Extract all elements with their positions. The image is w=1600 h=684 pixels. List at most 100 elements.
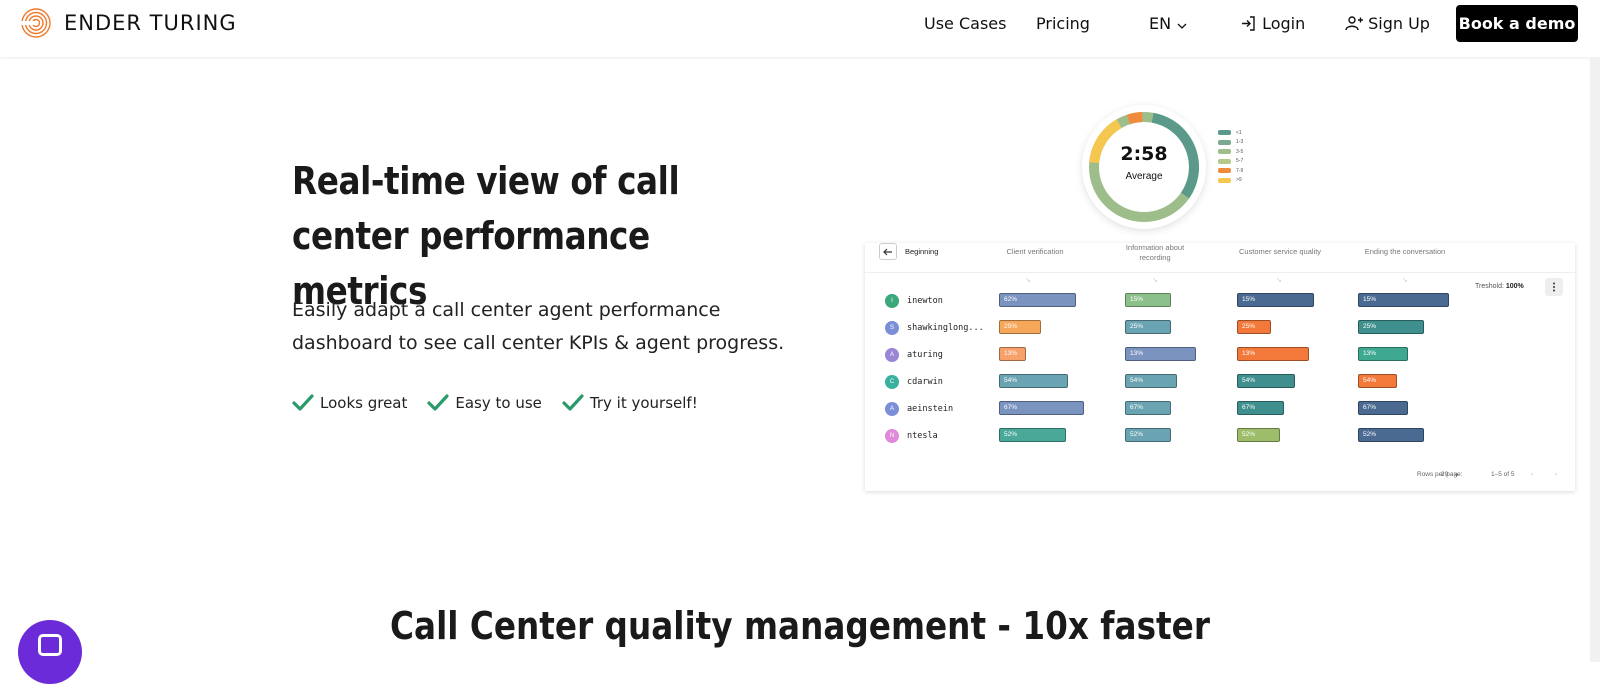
table-row[interactable]: Nntesla 52% 52% 52% 52% <box>865 423 1575 450</box>
sort-icon[interactable]: ↘ <box>1402 276 1408 284</box>
donut-legend: <1 1-3 3-5 5-7 7-9 >9 <box>1218 128 1243 185</box>
table-row[interactable]: Ccdarwin 54% 54% 54% 54% <box>865 369 1575 396</box>
nav-use-cases[interactable]: Use Cases <box>924 14 1006 33</box>
check-icon <box>292 394 314 411</box>
next-page-icon[interactable]: › <box>1555 471 1557 478</box>
metric-bar: 54% <box>1358 374 1397 388</box>
avatar: I <box>885 294 899 308</box>
feature-item: Looks great <box>292 394 407 412</box>
metric-bar: 54% <box>1125 374 1177 388</box>
metric-bar: 15% <box>1125 293 1171 307</box>
feature-label: Try it yourself! <box>589 394 698 412</box>
metric-bar: 54% <box>999 374 1068 388</box>
sort-icon[interactable]: ↘ <box>1025 276 1031 284</box>
metric-bar: 52% <box>1125 428 1171 442</box>
column-header[interactable]: Client verification <box>995 247 1075 257</box>
signup-label: Sign Up <box>1368 14 1430 33</box>
legend-item: 3-5 <box>1218 147 1243 157</box>
metric-bar: 13% <box>1125 347 1196 361</box>
chat-icon <box>38 634 62 656</box>
check-icon <box>562 394 584 411</box>
legend-item: <1 <box>1218 128 1243 138</box>
metric-bar: 25% <box>1358 320 1424 334</box>
pagination-info: 1–5 of 5 <box>1491 471 1515 478</box>
agent-name: ntesla <box>907 431 938 441</box>
brand-logo[interactable]: ENDER TURING <box>20 7 237 39</box>
legend-swatch <box>1218 177 1231 183</box>
column-header[interactable]: Information about recording <box>1120 243 1190 263</box>
metric-bar: 15% <box>1358 293 1449 307</box>
metric-bar: 52% <box>1358 428 1424 442</box>
donut-ring <box>1089 112 1199 222</box>
login-icon <box>1242 16 1255 31</box>
legend-item: 5-7 <box>1218 157 1243 167</box>
agent-performance-dashboard: Beginning Client verification Informatio… <box>865 243 1575 491</box>
metric-bar: 52% <box>999 428 1066 442</box>
sort-icon[interactable]: ↘ <box>1276 276 1282 284</box>
metric-bar: 13% <box>1237 347 1309 361</box>
table-row[interactable]: Sshawkinglong... 25% 25% 25% 25% <box>865 315 1575 342</box>
dashboard-header: Beginning Client verification Informatio… <box>865 243 1575 273</box>
legend-swatch <box>1218 158 1231 164</box>
back-button[interactable] <box>879 243 897 260</box>
legend-label: 5-7 <box>1236 158 1244 165</box>
avatar: C <box>885 375 899 389</box>
nav-pricing[interactable]: Pricing <box>1036 14 1090 33</box>
caret-down-icon: ▾ <box>1455 472 1459 479</box>
legend-swatch <box>1218 149 1231 155</box>
metric-bar: 25% <box>1237 320 1271 334</box>
table-row[interactable]: Aaeinstein 67% 67% 67% 67% <box>865 396 1575 423</box>
average-time-donut: 2:58 Average <box>1082 105 1206 229</box>
metric-bar: 13% <box>999 347 1026 361</box>
top-nav: ENDER TURING Use Cases Pricing EN Login … <box>0 0 1600 57</box>
legend-swatch <box>1218 139 1231 145</box>
language-label: EN <box>1149 14 1172 33</box>
signup-link[interactable]: Sign Up <box>1345 14 1430 33</box>
metric-bar: 15% <box>1237 293 1314 307</box>
table-row[interactable]: Aaturing 13% 13% 13% 13% <box>865 342 1575 369</box>
avatar: A <box>885 348 899 362</box>
agent-name: aeinstein <box>907 404 954 414</box>
feature-list: Looks great Easy to use Try it yourself! <box>292 394 698 412</box>
book-demo-button[interactable]: Book a demo <box>1456 5 1578 42</box>
average-time-label: Average <box>1125 171 1163 182</box>
prev-page-icon[interactable]: ‹ <box>1531 471 1533 478</box>
legend-item: 7-9 <box>1218 166 1243 176</box>
column-header[interactable]: Beginning <box>905 247 938 257</box>
scrollbar[interactable] <box>1590 57 1600 662</box>
column-header[interactable]: Customer service quality <box>1230 247 1330 257</box>
metric-bar: 67% <box>1125 401 1171 415</box>
chevron-down-icon <box>1177 23 1187 29</box>
feature-item: Easy to use <box>427 394 542 412</box>
metric-bar: 25% <box>999 320 1041 334</box>
metric-bar: 54% <box>1237 374 1295 388</box>
metric-bar: 67% <box>1237 401 1284 415</box>
feature-label: Easy to use <box>455 394 542 412</box>
feature-label: Looks great <box>320 394 408 412</box>
sort-icon[interactable]: ↘ <box>1152 276 1158 284</box>
legend-item: >9 <box>1218 176 1243 186</box>
agent-name: inewton <box>907 296 943 306</box>
hero-subtitle: Easily adapt a call center agent perform… <box>292 299 785 354</box>
legend-label: 3-5 <box>1236 148 1244 155</box>
chat-widget-button[interactable] <box>18 620 82 684</box>
metric-bar: 67% <box>1358 401 1408 415</box>
check-icon <box>427 394 449 411</box>
login-link[interactable]: Login <box>1240 14 1305 33</box>
metric-bar: 67% <box>999 401 1084 415</box>
login-label: Login <box>1262 14 1306 33</box>
section-title: Call Center quality management - 10x fas… <box>390 604 1210 648</box>
legend-swatch <box>1218 130 1231 136</box>
metric-bar: 25% <box>1125 320 1171 334</box>
table-row[interactable]: Iinewton 62% 15% 15% 15% <box>865 288 1575 315</box>
avatar: N <box>885 429 899 443</box>
rows-per-page-value: 20 <box>1441 471 1449 478</box>
add-user-icon <box>1345 16 1363 31</box>
agent-name: cdarwin <box>907 377 943 387</box>
metric-bar: 52% <box>1237 428 1280 442</box>
legend-label: 1-3 <box>1236 139 1244 146</box>
language-select[interactable]: EN <box>1149 14 1188 33</box>
legend-item: 1-3 <box>1218 138 1243 148</box>
legend-label: >9 <box>1236 177 1242 184</box>
column-header[interactable]: Ending the conversation <box>1355 247 1455 257</box>
